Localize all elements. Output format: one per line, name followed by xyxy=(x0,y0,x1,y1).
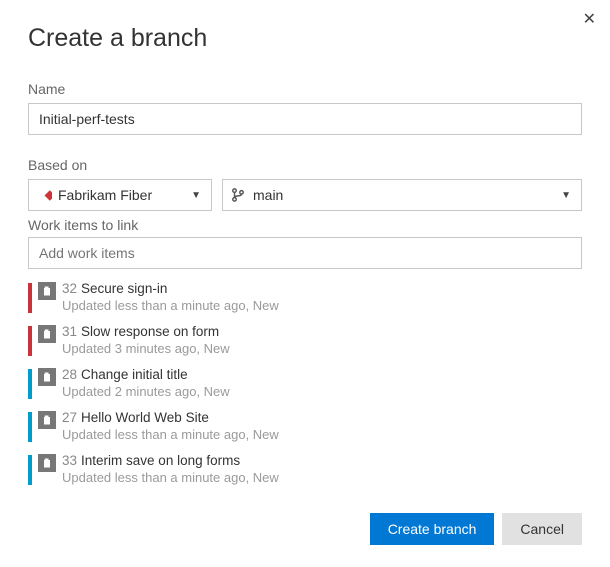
create-branch-button[interactable]: Create branch xyxy=(370,513,495,545)
work-item-color-bar xyxy=(28,412,32,442)
cancel-button[interactable]: Cancel xyxy=(502,513,582,545)
work-item-title: Change initial title xyxy=(81,367,188,382)
work-items-input[interactable] xyxy=(28,237,582,269)
work-item-subtitle: Updated 2 minutes ago, New xyxy=(62,384,230,400)
work-item-body: 33 Interim save on long forms Updated less… xyxy=(62,453,279,486)
dialog-title: Create a branch xyxy=(28,24,582,53)
work-item-title: Hello World Web Site xyxy=(81,410,209,425)
close-icon: ✕ xyxy=(583,11,596,28)
work-item-subtitle: Updated 3 minutes ago, New xyxy=(62,341,230,357)
close-button[interactable]: ✕ xyxy=(583,12,596,28)
work-item-row[interactable]: 28 Change initial title Updated 2 minutes … xyxy=(28,363,582,406)
branch-select[interactable]: main ▼ xyxy=(222,179,582,211)
work-item-color-bar xyxy=(28,283,32,313)
work-item-color-bar xyxy=(28,326,32,356)
work-item-list: 32 Secure sign-in Updated less than a minu… xyxy=(28,277,582,492)
work-item-id: 31 xyxy=(62,324,77,339)
chevron-down-icon: ▼ xyxy=(561,190,571,201)
create-branch-dialog: ✕ Create a branch Name Based on Fabrikam… xyxy=(0,0,610,567)
work-item-body: 32 Secure sign-in Updated less than a minu… xyxy=(62,281,279,314)
branch-icon xyxy=(231,188,245,202)
work-item-subtitle: Updated less than a minute ago, New xyxy=(62,298,279,314)
work-item-type-icon xyxy=(38,411,56,429)
branch-select-text: main xyxy=(253,187,283,203)
work-item-id: 33 xyxy=(62,453,77,468)
repo-icon xyxy=(37,188,52,203)
repo-select-text: Fabrikam Fiber xyxy=(58,187,152,203)
work-item-row[interactable]: 32 Secure sign-in Updated less than a minu… xyxy=(28,277,582,320)
work-item-body: 27 Hello World Web Site Updated less than … xyxy=(62,410,279,443)
work-item-color-bar xyxy=(28,455,32,485)
work-item-type-icon xyxy=(38,282,56,300)
repo-select[interactable]: Fabrikam Fiber ▼ xyxy=(28,179,212,211)
based-on-row: Fabrikam Fiber ▼ main ▼ xyxy=(28,179,582,211)
work-item-id: 28 xyxy=(62,367,77,382)
work-item-subtitle: Updated less than a minute ago, New xyxy=(62,470,279,486)
work-item-row[interactable]: 27 Hello World Web Site Updated less than … xyxy=(28,406,582,449)
work-item-title: Slow response on form xyxy=(81,324,219,339)
work-item-title: Secure sign-in xyxy=(81,281,167,296)
work-item-id: 27 xyxy=(62,410,77,425)
work-item-body: 28 Change initial title Updated 2 minutes … xyxy=(62,367,230,400)
work-item-subtitle: Updated less than a minute ago, New xyxy=(62,427,279,443)
work-item-type-icon xyxy=(38,454,56,472)
work-item-row[interactable]: 33 Interim save on long forms Updated less… xyxy=(28,449,582,492)
based-on-label: Based on xyxy=(28,157,582,173)
work-item-row[interactable]: 31 Slow response on form Updated 3 minutes… xyxy=(28,320,582,363)
chevron-down-icon: ▼ xyxy=(191,190,201,201)
name-label: Name xyxy=(28,81,582,97)
work-item-type-icon xyxy=(38,325,56,343)
dialog-footer: Create branch Cancel xyxy=(370,513,582,545)
work-item-title: Interim save on long forms xyxy=(81,453,240,468)
work-item-id: 32 xyxy=(62,281,77,296)
work-item-body: 31 Slow response on form Updated 3 minutes… xyxy=(62,324,230,357)
work-items-label: Work items to link xyxy=(28,217,582,233)
branch-name-input[interactable] xyxy=(28,103,582,135)
work-item-type-icon xyxy=(38,368,56,386)
work-item-color-bar xyxy=(28,369,32,399)
